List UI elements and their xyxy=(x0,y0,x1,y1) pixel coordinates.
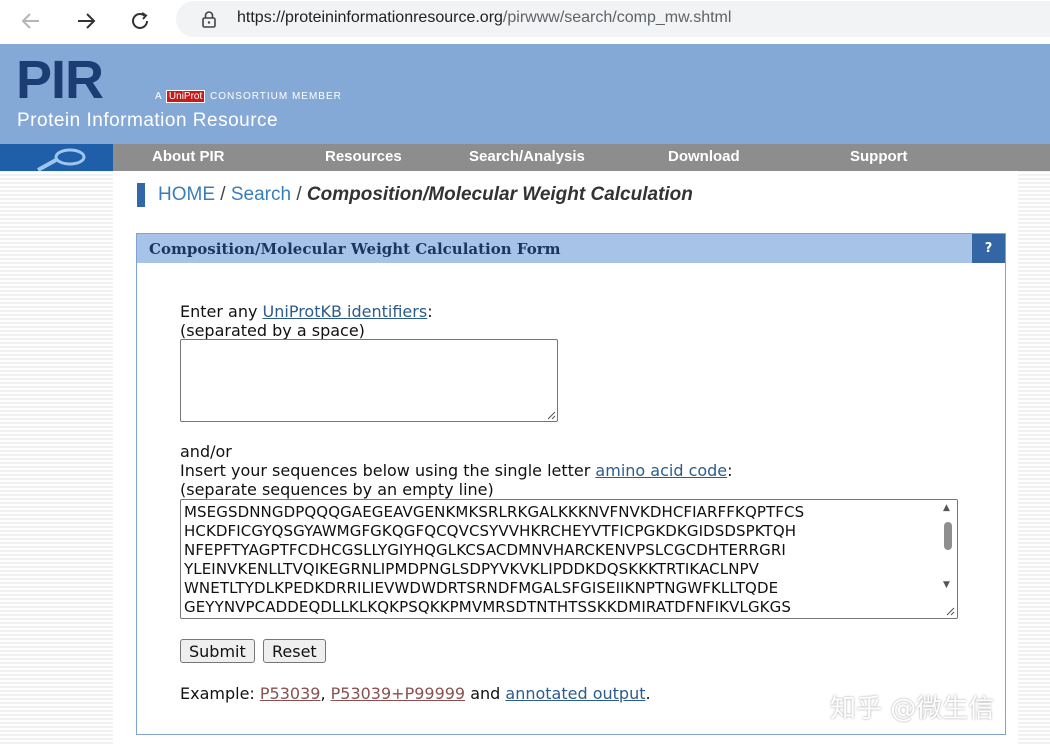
reload-icon[interactable] xyxy=(124,5,156,37)
browser-toolbar: https://proteininformationresource.org/p… xyxy=(0,0,1050,42)
breadcrumb-current: Composition/Molecular Weight Calculation xyxy=(306,184,693,205)
seq-hint: (separate sequences by an empty line) xyxy=(180,480,494,499)
sequence-line: GEYYNVPCADDEQDLLKLKQKPSQKKPMVMRSDTNTHTSS… xyxy=(184,598,791,616)
breadcrumb: HOME / Search / Composition/Molecular We… xyxy=(158,184,693,206)
left-decoration xyxy=(0,171,113,746)
reset-button[interactable]: Reset xyxy=(263,639,326,663)
scroll-up-icon[interactable]: ▲ xyxy=(943,503,950,513)
consortium-prefix: A xyxy=(155,91,162,102)
breadcrumb-marker xyxy=(137,183,145,207)
seq-label-colon: : xyxy=(727,461,733,480)
menu-item-support[interactable]: Support xyxy=(850,148,908,165)
example-line: Example: P53039, P53039+P99999 and annot… xyxy=(180,684,651,703)
example-and: and xyxy=(465,684,506,703)
example-link-2[interactable]: P53039+P99999 xyxy=(331,684,466,703)
sequence-line: YLEINVKENLLTVQIKEGRNLIPMDPNGLSDPYVKVKLIP… xyxy=(184,560,760,578)
site-subtitle: Protein Information Resource xyxy=(17,110,279,131)
example-link-1[interactable]: P53039 xyxy=(260,684,321,703)
identifiers-textarea[interactable] xyxy=(180,339,558,422)
andor-label: and/or xyxy=(180,442,232,461)
arrow-right-icon[interactable] xyxy=(70,5,102,37)
scroll-thumb[interactable] xyxy=(944,522,952,550)
submit-button[interactable]: Submit xyxy=(180,639,255,663)
watermark: 知乎 @微生信 xyxy=(830,694,995,724)
uniprot-logo[interactable]: UniProt xyxy=(165,90,206,103)
uniprotkb-identifiers-link[interactable]: UniProtKB identifiers xyxy=(263,302,428,321)
seq-label: Insert your sequences below using the si… xyxy=(180,461,733,480)
lock-icon[interactable] xyxy=(200,10,218,28)
help-button[interactable]: ? xyxy=(972,234,1005,263)
ids-label-colon: : xyxy=(427,302,433,321)
example-period: . xyxy=(645,684,651,703)
site-banner: PIR A UniProt CONSORTIUM MEMBER Protein … xyxy=(0,44,1050,144)
menu-item-about[interactable]: About PIR xyxy=(152,148,225,165)
ids-label: Enter any UniProtKB identifiers: xyxy=(180,302,433,321)
url-host: https://proteininformationresource.org xyxy=(237,9,503,26)
example-comma: , xyxy=(320,684,331,703)
breadcrumb-separator: / xyxy=(215,184,231,205)
sequence-line: WNETLTYDLKPEDKDRRILIEVWDWDRTSRNDFMGALSFG… xyxy=(184,579,779,597)
url-text: https://proteininformationresource.org/p… xyxy=(237,9,731,27)
address-bar[interactable]: https://proteininformationresource.org/p… xyxy=(176,1,1050,37)
breadcrumb-search[interactable]: Search xyxy=(231,184,291,205)
sequence-line: HCKDFICGYQSGYAWMGFGKQGFQCQVCSYVVHKRCHEYV… xyxy=(184,522,797,540)
amino-acid-code-link[interactable]: amino acid code xyxy=(595,461,727,480)
sequence-line: NFEPFTYAGPTFCDHCGSLLYGIYHQGLKCSACDMNVHAR… xyxy=(184,541,786,559)
scroll-down-icon[interactable]: ▼ xyxy=(943,580,950,590)
breadcrumb-separator: / xyxy=(291,184,307,205)
pir-logo[interactable]: PIR xyxy=(16,50,104,110)
menu-logo[interactable] xyxy=(0,144,113,172)
form-title: Composition/Molecular Weight Calculation… xyxy=(149,240,561,258)
ids-label-text: Enter any xyxy=(180,302,263,321)
consortium-label: A UniProt CONSORTIUM MEMBER xyxy=(155,90,342,103)
url-path: /pirwww/search/comp_mw.shtml xyxy=(502,9,732,26)
sequence-scrollbar[interactable]: ▲ ▼ xyxy=(939,500,957,618)
breadcrumb-home[interactable]: HOME xyxy=(158,184,215,205)
arrow-left-icon[interactable] xyxy=(15,5,47,37)
menu-item-download[interactable]: Download xyxy=(668,148,740,165)
right-decoration xyxy=(1018,171,1050,746)
annotated-output-link[interactable]: annotated output xyxy=(505,684,645,703)
menu-item-search-analysis[interactable]: Search/Analysis xyxy=(469,148,585,165)
sequence-textarea[interactable]: MSEGSDNNGDPQQQGAEGEAVGENKMKSRLRKGALKKKNV… xyxy=(180,499,958,619)
resize-grip-icon[interactable] xyxy=(945,606,955,616)
sequence-line: MSEGSDNNGDPQQQGAEGEAVGENKMKSRLRKGALKKKNV… xyxy=(184,503,805,521)
resize-grip-icon[interactable] xyxy=(546,410,556,420)
form-header: Composition/Molecular Weight Calculation… xyxy=(137,234,1005,263)
ids-hint: (separated by a space) xyxy=(180,321,365,340)
main-menu: About PIR Resources Search/Analysis Down… xyxy=(0,144,1050,172)
example-label: Example: xyxy=(180,684,260,703)
menu-item-resources[interactable]: Resources xyxy=(325,148,402,165)
magnifier-icon xyxy=(37,148,86,172)
seq-label-text: Insert your sequences below using the si… xyxy=(180,461,596,480)
consortium-member-text: CONSORTIUM MEMBER xyxy=(210,91,342,102)
